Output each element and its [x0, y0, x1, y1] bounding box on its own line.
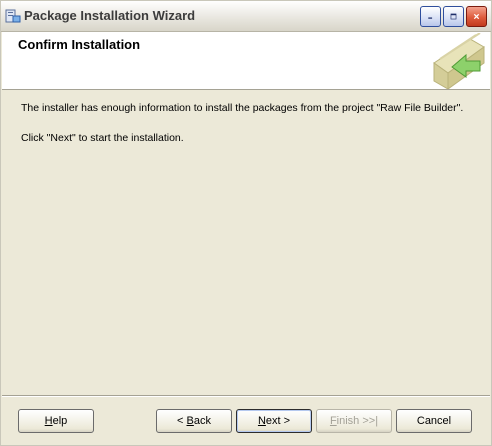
title-bar[interactable]: Package Installation Wizard	[1, 1, 491, 32]
close-icon	[473, 13, 480, 20]
install-package-icon	[433, 33, 485, 89]
back-prefix: <	[177, 415, 187, 427]
help-button[interactable]: Help	[18, 409, 94, 433]
cancel-button[interactable]: Cancel	[396, 409, 472, 433]
help-label-rest: elp	[52, 415, 68, 427]
help-mnemonic: H	[44, 415, 53, 427]
next-button[interactable]: Next >	[236, 409, 312, 433]
wizard-window: Package Installation Wizard Confirm Inst…	[0, 0, 492, 446]
back-label-rest: ack	[193, 415, 211, 427]
minimize-icon	[428, 17, 433, 19]
window-title: Package Installation Wizard	[24, 8, 196, 23]
maximize-icon	[450, 13, 457, 20]
close-button[interactable]	[466, 6, 487, 27]
wizard-app-icon	[5, 9, 21, 23]
back-mnemonic: B	[186, 415, 194, 427]
wizard-header: Confirm Installation	[2, 32, 490, 90]
minimize-button[interactable]	[420, 6, 441, 27]
finish-button[interactable]: Finish >>|	[316, 409, 392, 433]
confirmation-message: The installer has enough information to …	[21, 102, 473, 145]
next-mnemonic: N	[257, 415, 266, 427]
finish-label-rest: inish >>|	[336, 415, 379, 427]
finish-mnemonic: F	[329, 415, 337, 427]
instruction-text: Click "Next" to start the installation.	[21, 132, 184, 144]
maximize-button[interactable]	[443, 6, 464, 27]
back-button[interactable]: < Back	[156, 409, 232, 433]
info-text: The installer has enough information to …	[21, 102, 464, 114]
page-title: Confirm Installation	[18, 37, 141, 52]
footer-separator	[2, 395, 490, 397]
next-label-rest: ext >	[265, 415, 291, 427]
